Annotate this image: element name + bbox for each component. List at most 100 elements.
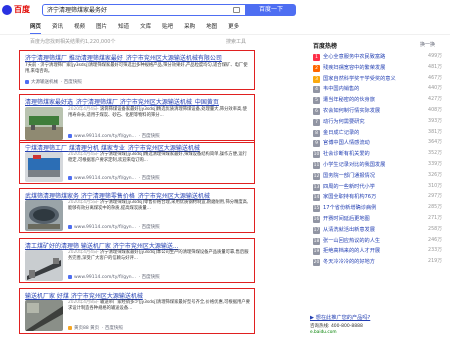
hot-list-item[interactable]: 3 国家自然科学奖干学受奖的意义 467万	[313, 74, 448, 84]
result-source-link[interactable]: www.99114.com/ty/fl/gyn...	[74, 134, 136, 139]
hot-item-label[interactable]: 遭当年秘密的的伙身旅	[323, 97, 375, 103]
hot-list-item[interactable]: 18 张一山回应热议的的人生 246万	[313, 236, 448, 246]
hot-list-item[interactable]: 4 韦中国内销售的 440万	[313, 84, 448, 94]
search-tools-button[interactable]: 搜索工具	[226, 38, 246, 45]
hot-item-value: 481万	[428, 64, 442, 70]
hot-item-label[interactable]: 小学生记录对比的我国发展	[323, 162, 385, 168]
rank-badge: 18	[313, 237, 320, 245]
result-title-link[interactable]: 济宁清理筛煤厂 推动清理筛煤家最好_济宁市兖州区大源输送机械有限公司	[25, 53, 250, 62]
result-source: www.99114.com/ty/fl/gyn... · 百度快照	[68, 175, 160, 181]
hot-item-value: 427万	[428, 97, 442, 103]
hot-list-item[interactable]: 19 拒绝高档来的的人才开展 233万	[313, 246, 448, 256]
result-title-link[interactable]: 宁煤清理筛工厂 煤清理分机 煤家专业_济宁市兖州区大源输送机械	[25, 143, 250, 152]
hot-item-label[interactable]: 开赛时间延后更地图	[323, 216, 370, 222]
tab-news[interactable]: 资讯	[52, 21, 63, 33]
hot-item-value: 499万	[428, 54, 442, 59]
hot-list-item[interactable]: 9 官博中国人情感流动 364万	[313, 138, 448, 148]
result-snapshot-link[interactable]: 百度快照	[142, 225, 160, 230]
hot-item-label[interactable]: 张一山回应热议的的人生	[323, 238, 380, 244]
hot-item-value: 271万	[428, 216, 442, 221]
hot-list-item[interactable]: 6 农会如何制行情实际发展 408万	[313, 106, 448, 116]
hot-item-label[interactable]: 国家自然科学奖干学受奖的意义	[323, 76, 396, 82]
hot-item-label[interactable]: 17个省份新增确诊病例	[323, 205, 376, 211]
hot-item-label[interactable]: 官博中国人情感流动	[323, 140, 370, 146]
result-snapshot-link[interactable]: 百度快照	[142, 134, 160, 139]
hot-list-item[interactable]: 13 四周的一些新时代小学 310万	[313, 182, 448, 192]
hot-item-label[interactable]: 四周的一些新时代小学	[323, 184, 375, 190]
rank-badge: 2	[313, 64, 320, 72]
site-icon	[68, 274, 72, 279]
hot-item-label[interactable]: 韦中国内销售的	[323, 86, 359, 92]
baidu-logo[interactable]: 百度	[2, 3, 32, 16]
result-thumbnail[interactable]	[25, 107, 63, 140]
hot-item-label[interactable]: 残疾妇孺宽容中的繁荣发展	[323, 65, 385, 71]
tab-images[interactable]: 图片	[96, 21, 107, 33]
result-snippet: 2020年4月8日· 输送带厂家经销多少[jy3sdsj]清理筛煤家最好型号齐全…	[68, 300, 250, 312]
result-source-link[interactable]: 大源输送机械	[31, 80, 58, 85]
tab-map[interactable]: 地图	[206, 21, 217, 33]
hot-item-label[interactable]: 冬天冷冷冷的的好地方	[323, 259, 375, 265]
hot-item-label[interactable]: 社会诊断有机关爱的	[323, 151, 370, 157]
tab-zhidao[interactable]: 知道	[118, 21, 129, 33]
result-thumbnail[interactable]	[25, 300, 63, 331]
search-result: 武煤筛清理筛煤家务 济宁清理筛零售价格_济宁市兖州区大源输送机械 2020年4月…	[19, 188, 255, 233]
hot-item-label[interactable]: 农会如何制行情实际发展	[323, 108, 380, 114]
result-title-link[interactable]: 武煤筛清理筛煤家务 济宁清理筛零售价格_济宁市兖州区大源输送机械	[25, 191, 250, 200]
result-thumbnail[interactable]	[25, 200, 63, 231]
hot-item-label[interactable]: 拒绝高档来的的人才开展	[323, 248, 380, 254]
hot-item-label[interactable]: 全心全意服务中农民致富路	[323, 54, 385, 60]
result-title-link[interactable]: 清工煤矿好的清理筛 输送机厂家 济宁市兖州区大源输送...	[25, 241, 250, 250]
hot-list-item[interactable]: 17 从清洗就活出新意发展 258万	[313, 225, 448, 235]
hot-item-value: 339万	[428, 162, 442, 167]
tab-wenku[interactable]: 文库	[140, 21, 151, 33]
hot-list-item[interactable]: 7 动行为何需要研究 393万	[313, 117, 448, 127]
hot-list-item[interactable]: 16 开赛时间延后更地图 271万	[313, 214, 448, 224]
result-source-link[interactable]: www.99114.com/ty/fl/gyn...	[74, 225, 136, 230]
tab-purchase[interactable]: 采购	[184, 21, 195, 33]
rank-badge: 14	[313, 194, 320, 202]
hot-list-item[interactable]: 1 全心全意服务中农民致富路 499万	[313, 52, 448, 62]
hot-list-item[interactable]: 12 国务院一部门通报情况 326万	[313, 171, 448, 181]
promotion-link[interactable]: ▶ 想在此推广您的产品吗?	[310, 314, 370, 321]
hot-list-item[interactable]: 10 社会诊断有机关爱的 352万	[313, 149, 448, 159]
hot-item-value: 258万	[428, 226, 442, 232]
hot-list-item[interactable]: 15 17个省份新增确诊病例 285万	[313, 203, 448, 213]
rank-badge: 17	[313, 226, 320, 234]
result-title-link[interactable]: 输送机厂家 好煤 济宁市兖州区大源输送机械	[25, 291, 250, 300]
hot-list-item[interactable]: 2 残疾妇孺宽容中的繁荣发展 481万	[313, 63, 448, 73]
tab-video[interactable]: 视频	[74, 21, 85, 33]
rank-badge: 9	[313, 140, 320, 148]
hot-list-item[interactable]: 11 小学生记录对比的我国发展 339万	[313, 160, 448, 170]
hot-list-item[interactable]: 20 冬天冷冷冷的的好地方 219万	[313, 257, 448, 267]
tab-tieba[interactable]: 贴吧	[162, 21, 173, 33]
hot-item-label[interactable]: 金日成亡记录的	[323, 130, 359, 136]
search-button[interactable]: 百度一下	[246, 4, 296, 16]
camera-icon[interactable]	[233, 7, 240, 13]
hot-list-item[interactable]: 5 遭当年秘密的的伙身旅 427万	[313, 95, 448, 105]
result-snapshot-link[interactable]: 百度快照	[64, 80, 82, 85]
tab-web[interactable]: 网页	[30, 21, 42, 34]
result-title-link[interactable]: 清理筛煤家最好选_济宁清理筛煤厂 济宁市兖州区大源输送机械_中国黄页	[25, 97, 250, 106]
result-snapshot-link[interactable]: 百度快照	[142, 176, 160, 181]
result-snapshot-link[interactable]: 百度快照	[142, 275, 160, 280]
result-source-link[interactable]: www.99114.com/ty/fl/gyn...	[74, 275, 136, 280]
result-source: www.99114.com/ty/fl/gyn... · 百度快照	[68, 133, 160, 139]
hot-item-label[interactable]: 家国全职持有机构76万	[323, 194, 376, 200]
rank-badge: 3	[313, 75, 320, 83]
result-source-link[interactable]: www.99114.com/ty/fl/gyn...	[74, 176, 136, 181]
result-thumbnail[interactable]	[25, 250, 63, 281]
search-result: 宁煤清理筛工厂 煤清理分机 煤家专业_济宁市兖州区大源输送机械 2020年4月4…	[19, 140, 255, 184]
hot-list-item[interactable]: 8 金日成亡记录的 381万	[313, 128, 448, 138]
promotion-url[interactable]: e.baidu.com	[310, 330, 337, 335]
result-source-link[interactable]: 黄页88 黄页	[74, 326, 99, 331]
search-input[interactable]: 济宁清理筛煤家最务好	[42, 4, 246, 16]
result-thumbnail[interactable]	[25, 152, 63, 182]
hot-item-label[interactable]: 国务院一部门通报情况	[323, 173, 375, 179]
hot-list-item[interactable]: 14 家国全职持有机构76万 297万	[313, 192, 448, 202]
logo-text: 百度	[14, 4, 30, 14]
tab-more[interactable]: 更多	[228, 21, 239, 33]
hot-item-label[interactable]: 从清洗就活出新意发展	[323, 227, 375, 233]
result-snapshot-link[interactable]: 百度快照	[105, 326, 123, 331]
refresh-button[interactable]: 换一换	[420, 41, 435, 48]
hot-item-label[interactable]: 动行为何需要研究	[323, 119, 365, 125]
